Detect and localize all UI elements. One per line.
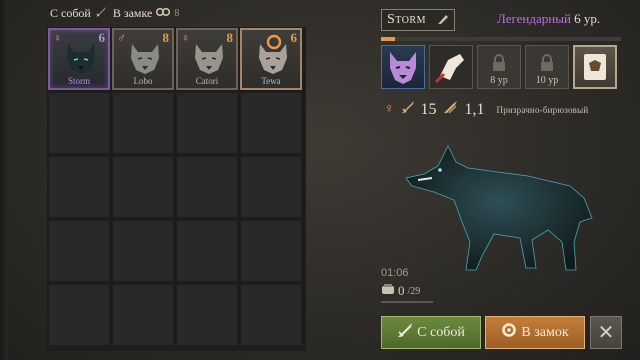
wolf-model (405, 145, 593, 271)
gear-icon (156, 6, 171, 21)
empty-slot[interactable] (112, 92, 174, 154)
skill-slot[interactable] (429, 45, 473, 89)
empty-slot[interactable] (48, 220, 110, 282)
tab-with-me-label: С собой (50, 6, 91, 20)
slot-name: Storm (67, 76, 90, 86)
empty-slot[interactable] (112, 156, 174, 218)
food-icon (381, 283, 395, 299)
slot-name: Lobo (133, 76, 153, 86)
howl-skill-icon (434, 54, 464, 84)
empty-slot[interactable] (112, 284, 174, 346)
close-icon: ✕ (597, 322, 615, 344)
empty-slot[interactable] (240, 92, 302, 154)
wolf-portrait-icon (67, 44, 95, 74)
left-edge (0, 0, 8, 360)
empty-slot[interactable] (112, 220, 174, 282)
close-button[interactable]: ✕ (590, 316, 622, 349)
wolf-skill-icon (390, 52, 416, 84)
skill-slot-active[interactable] (573, 45, 617, 89)
skill-slot-locked[interactable]: 10 ур (525, 45, 569, 89)
tab-with-me[interactable]: С собой (50, 6, 107, 21)
sword-icon (397, 322, 413, 343)
pet-level: 6 ур. (574, 11, 601, 26)
empty-slot[interactable] (176, 92, 238, 154)
edit-icon[interactable] (437, 13, 449, 28)
rarity-label: Легендарный 6 ур. (497, 11, 600, 27)
take-button-label: С собой (417, 324, 465, 340)
lock-icon (541, 54, 553, 71)
food-current: 0 (398, 283, 405, 298)
empty-slot[interactable] (240, 156, 302, 218)
empty-slot[interactable] (240, 284, 302, 346)
pet-slot-tewa[interactable]: 6 Tewa (240, 28, 302, 90)
pet-name-field[interactable]: Storm (381, 9, 455, 31)
color-name: Призрачно-бирюзовый (496, 104, 589, 115)
tab-in-castle[interactable]: В замке 8 (113, 6, 180, 21)
rarity-text: Легендарный (497, 11, 571, 26)
empty-slot[interactable] (48, 156, 110, 218)
tab-in-castle-label: В замке (112, 6, 153, 20)
timer: 01:06 (381, 267, 409, 279)
pet-stats: ♀ 15 1,1 Призрачно-бирюзовый (384, 100, 588, 119)
pet-slot-catori[interactable]: ♀ 8 Catori (176, 28, 238, 90)
skill-slots: 8 ур 10 ур (381, 45, 617, 89)
to-castle-button[interactable]: В замок (485, 316, 585, 349)
female-icon: ♀ (384, 101, 395, 117)
storage-tabs: С собой В замке 8 (50, 6, 179, 21)
to-castle-button-label: В замок (521, 324, 569, 340)
xp-bar (381, 37, 621, 41)
wolf-portrait-icon (195, 44, 223, 74)
empty-slot[interactable] (176, 284, 238, 346)
sword-icon (95, 6, 107, 21)
empty-slot[interactable] (176, 156, 238, 218)
gear-icon (501, 322, 517, 343)
castle-count: 8 (174, 8, 180, 19)
speed-icon (443, 100, 459, 119)
skill-slot-locked[interactable]: 8 ур (477, 45, 521, 89)
food-bar (381, 301, 433, 303)
attack-icon (401, 100, 415, 119)
empty-slot[interactable] (240, 220, 302, 282)
empty-slot[interactable] (48, 92, 110, 154)
pet-name: Storm (387, 12, 426, 27)
slot-name: Tewa (261, 76, 281, 86)
female-icon: ♀ (53, 31, 62, 45)
lock-icon (493, 54, 505, 71)
male-icon: ♂ (117, 31, 126, 45)
skill-requirement: 10 ур (535, 75, 559, 86)
wolf-portrait-icon (131, 44, 159, 74)
skill-slot[interactable] (381, 45, 425, 89)
pet-slot-lobo[interactable]: ♂ 8 Lobo (112, 28, 174, 90)
take-button[interactable]: С собой (381, 316, 481, 349)
attack-value: 15 (420, 100, 437, 118)
book-icon (584, 54, 606, 80)
food-counter: 0 /29 (381, 283, 420, 299)
wolf-portrait-icon (259, 44, 287, 74)
pet-slot-storm[interactable]: ♀ 6 Storm (48, 28, 110, 90)
speed-value: 1,1 (464, 100, 485, 118)
skill-requirement: 8 ур (490, 75, 508, 86)
empty-slot[interactable] (176, 220, 238, 282)
slot-name: Catori (195, 76, 219, 86)
empty-slot[interactable] (48, 284, 110, 346)
pet-grid: ♀ 6 Storm ♂ 8 Lobo ♀ 8 Catori 6 Tewa (47, 27, 306, 351)
xp-bar-fill (381, 37, 396, 41)
food-max: /29 (407, 285, 421, 297)
female-icon: ♀ (181, 31, 190, 45)
